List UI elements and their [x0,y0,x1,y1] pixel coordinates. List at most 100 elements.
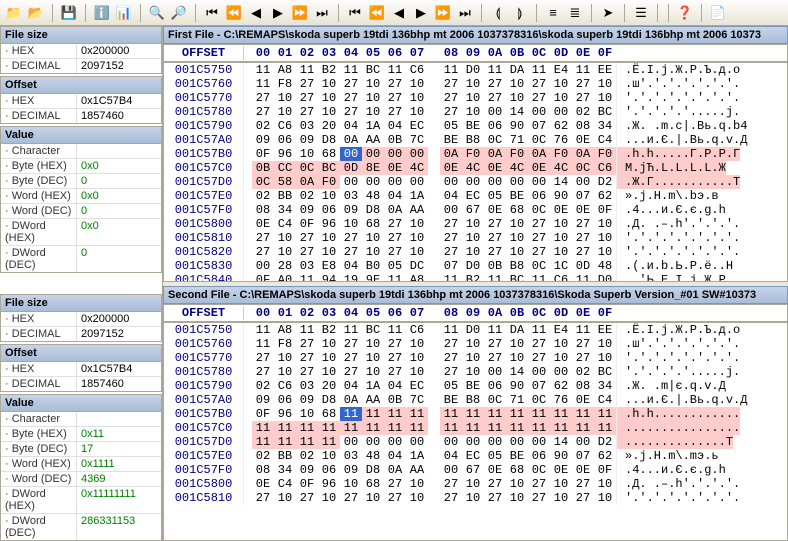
hex-row[interactable]: 001C57E002BB02100348041A04EC05BE06900762… [164,189,787,203]
hex-byte[interactable]: 10 [406,351,428,365]
hex-byte[interactable]: 09 [340,463,362,477]
prev-b-icon[interactable]: ◀ [389,3,409,23]
hex-byte[interactable]: 10 [462,337,484,351]
hex-byte[interactable]: 03 [296,119,318,133]
hex-byte[interactable]: 11 [484,421,506,435]
row-ascii[interactable]: '.'.'.'.'.....j. [616,365,740,379]
hex-byte[interactable]: 09 [252,133,274,147]
hex-byte[interactable]: 04 [340,119,362,133]
hex-byte[interactable]: 0E [384,161,406,175]
hex-byte[interactable]: 0C [528,133,550,147]
hex-byte[interactable]: 10 [362,337,384,351]
hex-byte[interactable]: 08 [252,203,274,217]
hex-byte[interactable]: C6 [550,273,572,281]
hex-byte[interactable]: 27 [440,337,462,351]
hex-byte[interactable]: 27 [528,477,550,491]
hex-byte[interactable]: C4 [274,217,296,231]
folder-icon[interactable]: 📁 [4,3,24,23]
row-bytes[interactable]: 0C580AF00000000000000000001400D2 [244,175,616,189]
hex-byte[interactable]: 1A [406,449,428,463]
hex-byte[interactable]: F0 [462,147,484,161]
hex-byte[interactable]: 11 [484,273,506,281]
hex-byte[interactable]: 06 [528,189,550,203]
hex-byte[interactable]: 0F [594,463,616,477]
hex-byte[interactable]: 00 [572,435,594,449]
hex-byte[interactable]: 10 [594,491,616,505]
row-bytes[interactable]: 02BB02100348041A04EC05BE06900762 [244,449,616,463]
hex-byte[interactable]: A8 [274,323,296,337]
hex-byte[interactable]: 0E [252,477,274,491]
row-bytes[interactable]: 0EC40F96106827102710271027102710 [244,217,616,231]
hex-byte[interactable]: 10 [406,337,428,351]
row-bytes[interactable]: 111111110000000000000000001400D2 [244,435,616,449]
hex-byte[interactable]: 20 [318,379,340,393]
hex-byte[interactable]: B2 [318,63,340,77]
hex-row[interactable]: 001C582027102710271027102710271027102710… [164,245,787,259]
row-ascii[interactable]: '.'.'.'.'.'.'.'. [616,351,740,365]
hex-byte[interactable]: E4 [550,63,572,77]
row-bytes[interactable]: 11F82710271027102710271027102710 [244,337,616,351]
hex-row[interactable]: 001C58000EC40F96106827102710271027102710… [164,217,787,231]
row-bytes[interactable]: 11111111111111111111111111111111 [244,421,616,435]
hex-byte[interactable]: 02 [252,379,274,393]
hex-byte[interactable]: 10 [550,91,572,105]
hex-byte[interactable]: 20 [318,119,340,133]
hex-byte[interactable]: C4 [274,477,296,491]
hex-byte[interactable]: 10 [296,147,318,161]
row-bytes[interactable]: 0FA01194199E11A811B211BC11C611D0 [244,273,616,281]
hex-byte[interactable]: 27 [296,491,318,505]
last-icon[interactable]: ⏭ [312,3,332,23]
hex-byte[interactable]: 04 [440,449,462,463]
hex-byte[interactable]: 00 [528,175,550,189]
hex-byte[interactable]: BB [274,449,296,463]
hex-byte[interactable]: 27 [340,351,362,365]
hex-byte[interactable]: 96 [274,147,296,161]
hex-byte[interactable]: 08 [572,119,594,133]
hex-byte[interactable]: 27 [340,77,362,91]
hex-byte[interactable]: 00 [550,105,572,119]
hex-byte[interactable]: AA [406,203,428,217]
hex-byte[interactable]: 27 [384,105,406,119]
hex-byte[interactable]: 11 [550,421,572,435]
row-bytes[interactable]: 27102710271027102710271027102710 [244,91,616,105]
hex-byte[interactable]: 00 [528,365,550,379]
hex-byte[interactable]: 00 [340,175,362,189]
hex-byte[interactable]: 8E [362,161,384,175]
hex-byte[interactable]: 0E [550,463,572,477]
hex-row[interactable]: 001C579002C60320041A04EC05BE069007620834… [164,119,787,133]
hex-row[interactable]: 001C57C011111111111111111111111111111111… [164,421,787,435]
hex-byte[interactable]: 27 [572,245,594,259]
hex-byte[interactable]: 0A [440,147,462,161]
hex-row[interactable]: 001C58400FA01194199E11A811B211BC11C611D0… [164,273,787,281]
hex-byte[interactable]: 00 [406,147,428,161]
hex-byte[interactable]: 10 [594,217,616,231]
hex-byte[interactable]: F0 [550,147,572,161]
hex-byte[interactable]: 02 [572,105,594,119]
hex-byte[interactable]: AA [362,133,384,147]
hex-row[interactable]: 001C581027102710271027102710271027102710… [164,231,787,245]
hex-row[interactable]: 001C579002C60320041A04EC05BE069007620834… [164,379,787,393]
hex-byte[interactable]: 00 [252,259,274,273]
hex-byte[interactable]: BE [440,133,462,147]
hex-byte[interactable]: C4 [594,133,616,147]
hex-byte[interactable]: 02 [296,189,318,203]
hex-byte[interactable]: 27 [384,231,406,245]
hex-byte[interactable]: 34 [274,203,296,217]
hex-byte[interactable]: C6 [274,379,296,393]
hex-byte[interactable]: 27 [484,77,506,91]
hex-byte[interactable]: 10 [274,91,296,105]
hex-byte[interactable]: 10 [406,477,428,491]
hex-byte[interactable]: 27 [340,337,362,351]
hex-row[interactable]: 001C5830002803E804B005DC07D00BB80C1C0D48… [164,259,787,273]
hex-byte[interactable]: 0A [384,203,406,217]
row-ascii[interactable]: '.'.'.'.'.'.'.'. [616,231,740,245]
hex-byte[interactable]: 08 [252,463,274,477]
hex-byte[interactable]: BE [440,393,462,407]
first-icon[interactable]: ⏮ [202,3,222,23]
prev2-b-icon[interactable]: ⏪ [367,3,387,23]
hex-byte[interactable]: 10 [318,105,340,119]
hex-byte[interactable]: 4C [550,161,572,175]
list-icon[interactable]: ☰ [631,3,651,23]
hex-byte[interactable]: 11 [340,421,362,435]
hex-byte[interactable]: 07 [528,119,550,133]
